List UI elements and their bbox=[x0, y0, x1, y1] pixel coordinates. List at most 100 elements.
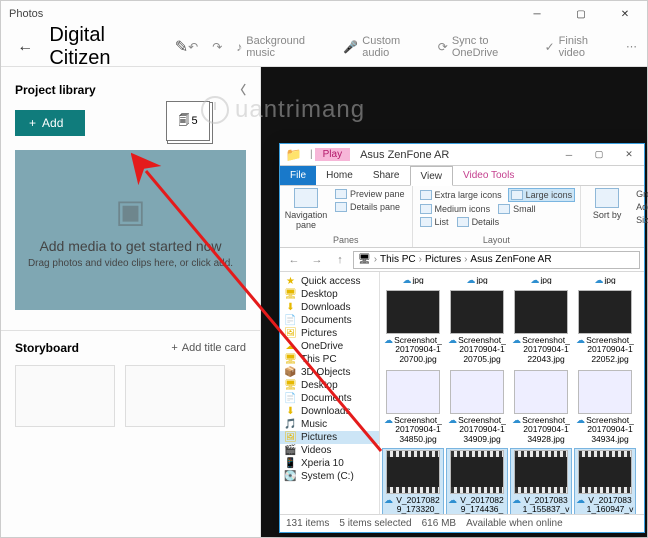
file-item[interactable]: ☁V_20170831_155837_vHDR_Auto.mp4 bbox=[510, 448, 572, 514]
tree-item[interactable]: 🖥This PC bbox=[280, 353, 379, 366]
file-item[interactable]: ☁V_20170829_173320_SM.mp4 bbox=[382, 448, 444, 514]
navigation-pane-button[interactable]: Navigation pane bbox=[285, 188, 327, 230]
details-view-button[interactable]: Details bbox=[455, 216, 502, 228]
crumb[interactable]: Asus ZenFone AR bbox=[470, 254, 551, 265]
add-title-card-button[interactable]: + Add title card bbox=[171, 342, 246, 354]
tree-item[interactable]: ★Quick access bbox=[280, 275, 379, 288]
preview-pane-button[interactable]: Preview pane bbox=[333, 188, 407, 200]
layout-icon bbox=[420, 217, 432, 227]
nav-up-button[interactable]: ↑ bbox=[330, 251, 350, 269]
explorer-titlebar[interactable]: 📁 | Play Asus ZenFone AR ─ ▢ ✕ bbox=[280, 144, 644, 166]
tab-view[interactable]: View bbox=[410, 166, 454, 186]
file-item[interactable]: ☁Screenshot_20170904-134934.jpg bbox=[574, 368, 636, 446]
tab-file[interactable]: File bbox=[280, 166, 316, 185]
tree-item[interactable]: ⬇Downloads bbox=[280, 301, 379, 314]
cloud-icon: ☁ bbox=[384, 416, 393, 444]
custom-audio-button[interactable]: 🎤Custom audio bbox=[343, 35, 423, 59]
tree-item-label: Music bbox=[301, 419, 327, 430]
edit-title-icon[interactable]: ✎ bbox=[175, 37, 188, 57]
nav-back-button[interactable]: ← bbox=[284, 251, 304, 269]
tree-item-icon: 🖥 bbox=[284, 289, 297, 300]
drop-title: Add media to get started now bbox=[39, 238, 221, 254]
storyboard-card[interactable] bbox=[15, 365, 115, 427]
file-name: ☁V_20170831_155837_vHDR_Auto.mp4 bbox=[512, 496, 570, 514]
tree-item[interactable]: 🎬Videos bbox=[280, 444, 379, 457]
tree-item-label: System (C:) bbox=[301, 471, 354, 482]
add-media-button[interactable]: + Add bbox=[15, 110, 85, 136]
file-item[interactable]: ☁jpg bbox=[446, 274, 508, 286]
storyboard-header: Storyboard + Add title card bbox=[15, 341, 246, 355]
file-item[interactable]: ☁Screenshot_20170904-122043.jpg bbox=[510, 288, 572, 366]
cloud-icon: ☁ bbox=[448, 416, 457, 444]
file-item[interactable]: ☁Screenshot_20170904-120700.jpg bbox=[382, 288, 444, 366]
tree-item[interactable]: 🖼Pictures bbox=[280, 327, 379, 340]
group-by-button[interactable]: Group by bbox=[634, 188, 648, 200]
group-label: Panes bbox=[285, 235, 407, 245]
tree-item-label: Downloads bbox=[301, 406, 350, 417]
tree-item[interactable]: 📦3D Objects bbox=[280, 366, 379, 379]
small-icons-button[interactable]: Small bbox=[496, 203, 538, 215]
tree-item[interactable]: 🖥Desktop bbox=[280, 288, 379, 301]
crumb[interactable]: This PC bbox=[380, 254, 416, 265]
minimize-button[interactable]: ─ bbox=[515, 1, 559, 27]
tree-item[interactable]: ⬇Downloads bbox=[280, 405, 379, 418]
file-item[interactable]: ☁Screenshot_20170904-134909.jpg bbox=[446, 368, 508, 446]
file-item[interactable]: ☁jpg bbox=[574, 274, 636, 286]
close-button[interactable]: ✕ bbox=[603, 1, 647, 27]
close-button[interactable]: ✕ bbox=[614, 144, 644, 166]
file-list[interactable]: ☁jpg☁jpg☁jpg☁jpg☁Screenshot_20170904-120… bbox=[380, 272, 644, 514]
tab-share[interactable]: Share bbox=[363, 166, 410, 185]
file-item[interactable]: ☁Screenshot_20170904-134928.jpg bbox=[510, 368, 572, 446]
maximize-button[interactable]: ▢ bbox=[559, 1, 603, 27]
tree-item[interactable]: 🖥Desktop bbox=[280, 379, 379, 392]
ribbon-group-sort: Sort by Group by Add columns Size all co… bbox=[581, 186, 648, 247]
file-item[interactable]: ☁jpg bbox=[382, 274, 444, 286]
list-view-button[interactable]: List bbox=[418, 216, 451, 228]
nav-forward-button[interactable]: → bbox=[307, 251, 327, 269]
more-button[interactable]: ⋯ bbox=[626, 40, 637, 53]
file-item[interactable]: ☁Screenshot_20170904-134850.jpg bbox=[382, 368, 444, 446]
tree-item[interactable]: ☁OneDrive bbox=[280, 340, 379, 353]
bg-music-button[interactable]: ♪Background music bbox=[236, 35, 329, 59]
cloud-icon: ☁ bbox=[466, 276, 475, 284]
tab-home[interactable]: Home bbox=[316, 166, 363, 185]
details-pane-button[interactable]: Details pane bbox=[333, 201, 407, 213]
maximize-button[interactable]: ▢ bbox=[584, 144, 614, 166]
tree-item[interactable]: 🖼Pictures bbox=[280, 431, 379, 444]
media-drop-zone[interactable]: ▣ Add media to get started now Drag phot… bbox=[15, 150, 246, 310]
add-columns-button[interactable]: Add columns bbox=[634, 201, 648, 213]
collapse-library-icon[interactable]: 〈 bbox=[234, 81, 246, 98]
tree-item[interactable]: 🎵Music bbox=[280, 418, 379, 431]
file-item[interactable]: ☁Screenshot_20170904-122052.jpg bbox=[574, 288, 636, 366]
file-name: ☁Screenshot_20170904-120700.jpg bbox=[384, 336, 442, 364]
layout-icon bbox=[498, 204, 510, 214]
large-icons-button[interactable]: Large icons bbox=[508, 188, 576, 202]
storyboard-card[interactable] bbox=[125, 365, 225, 427]
tree-item[interactable]: 📄Documents bbox=[280, 392, 379, 405]
minimize-button[interactable]: ─ bbox=[554, 144, 584, 166]
tab-video-tools[interactable]: Video Tools bbox=[453, 166, 524, 185]
file-item[interactable]: ☁jpg bbox=[510, 274, 572, 286]
tree-item[interactable]: 📄Documents bbox=[280, 314, 379, 327]
tree-item[interactable]: 💽 System (C:) bbox=[280, 470, 379, 483]
undo-button[interactable]: ↶ bbox=[188, 40, 198, 54]
sort-by-button[interactable]: Sort by bbox=[586, 188, 628, 220]
finish-video-button[interactable]: ✓Finish video bbox=[545, 35, 612, 59]
extra-large-icons-button[interactable]: Extra large icons bbox=[418, 188, 504, 202]
file-item[interactable]: ☁V_20170829_174436_SM.mp4 bbox=[446, 448, 508, 514]
file-item[interactable]: ☁Screenshot_20170904-120705.jpg bbox=[446, 288, 508, 366]
file-thumbnail bbox=[514, 290, 568, 334]
tree-item-icon: 📄 bbox=[284, 315, 297, 326]
crumb[interactable]: Pictures bbox=[425, 254, 461, 265]
redo-button[interactable]: ↷ bbox=[212, 40, 222, 54]
back-button[interactable]: ← bbox=[11, 32, 39, 62]
sync-button[interactable]: ⟳Sync to OneDrive bbox=[438, 35, 531, 59]
tree-item[interactable]: 📱Xperia 10 bbox=[280, 457, 379, 470]
breadcrumb-field[interactable]: 🖥 › This PC › Pictures › Asus ZenFone AR bbox=[353, 251, 640, 269]
size-columns-button[interactable]: Size all columns bbox=[634, 214, 648, 226]
nav-tree[interactable]: ★Quick access🖥Desktop⬇Downloads📄Document… bbox=[280, 272, 380, 514]
file-name: ☁jpg bbox=[594, 276, 615, 284]
medium-icons-button[interactable]: Medium icons bbox=[418, 203, 493, 215]
file-item[interactable]: ☁V_20170831_160947_vHDR_Auto.mp4 bbox=[574, 448, 636, 514]
tree-item-icon: 💽 bbox=[284, 471, 297, 482]
